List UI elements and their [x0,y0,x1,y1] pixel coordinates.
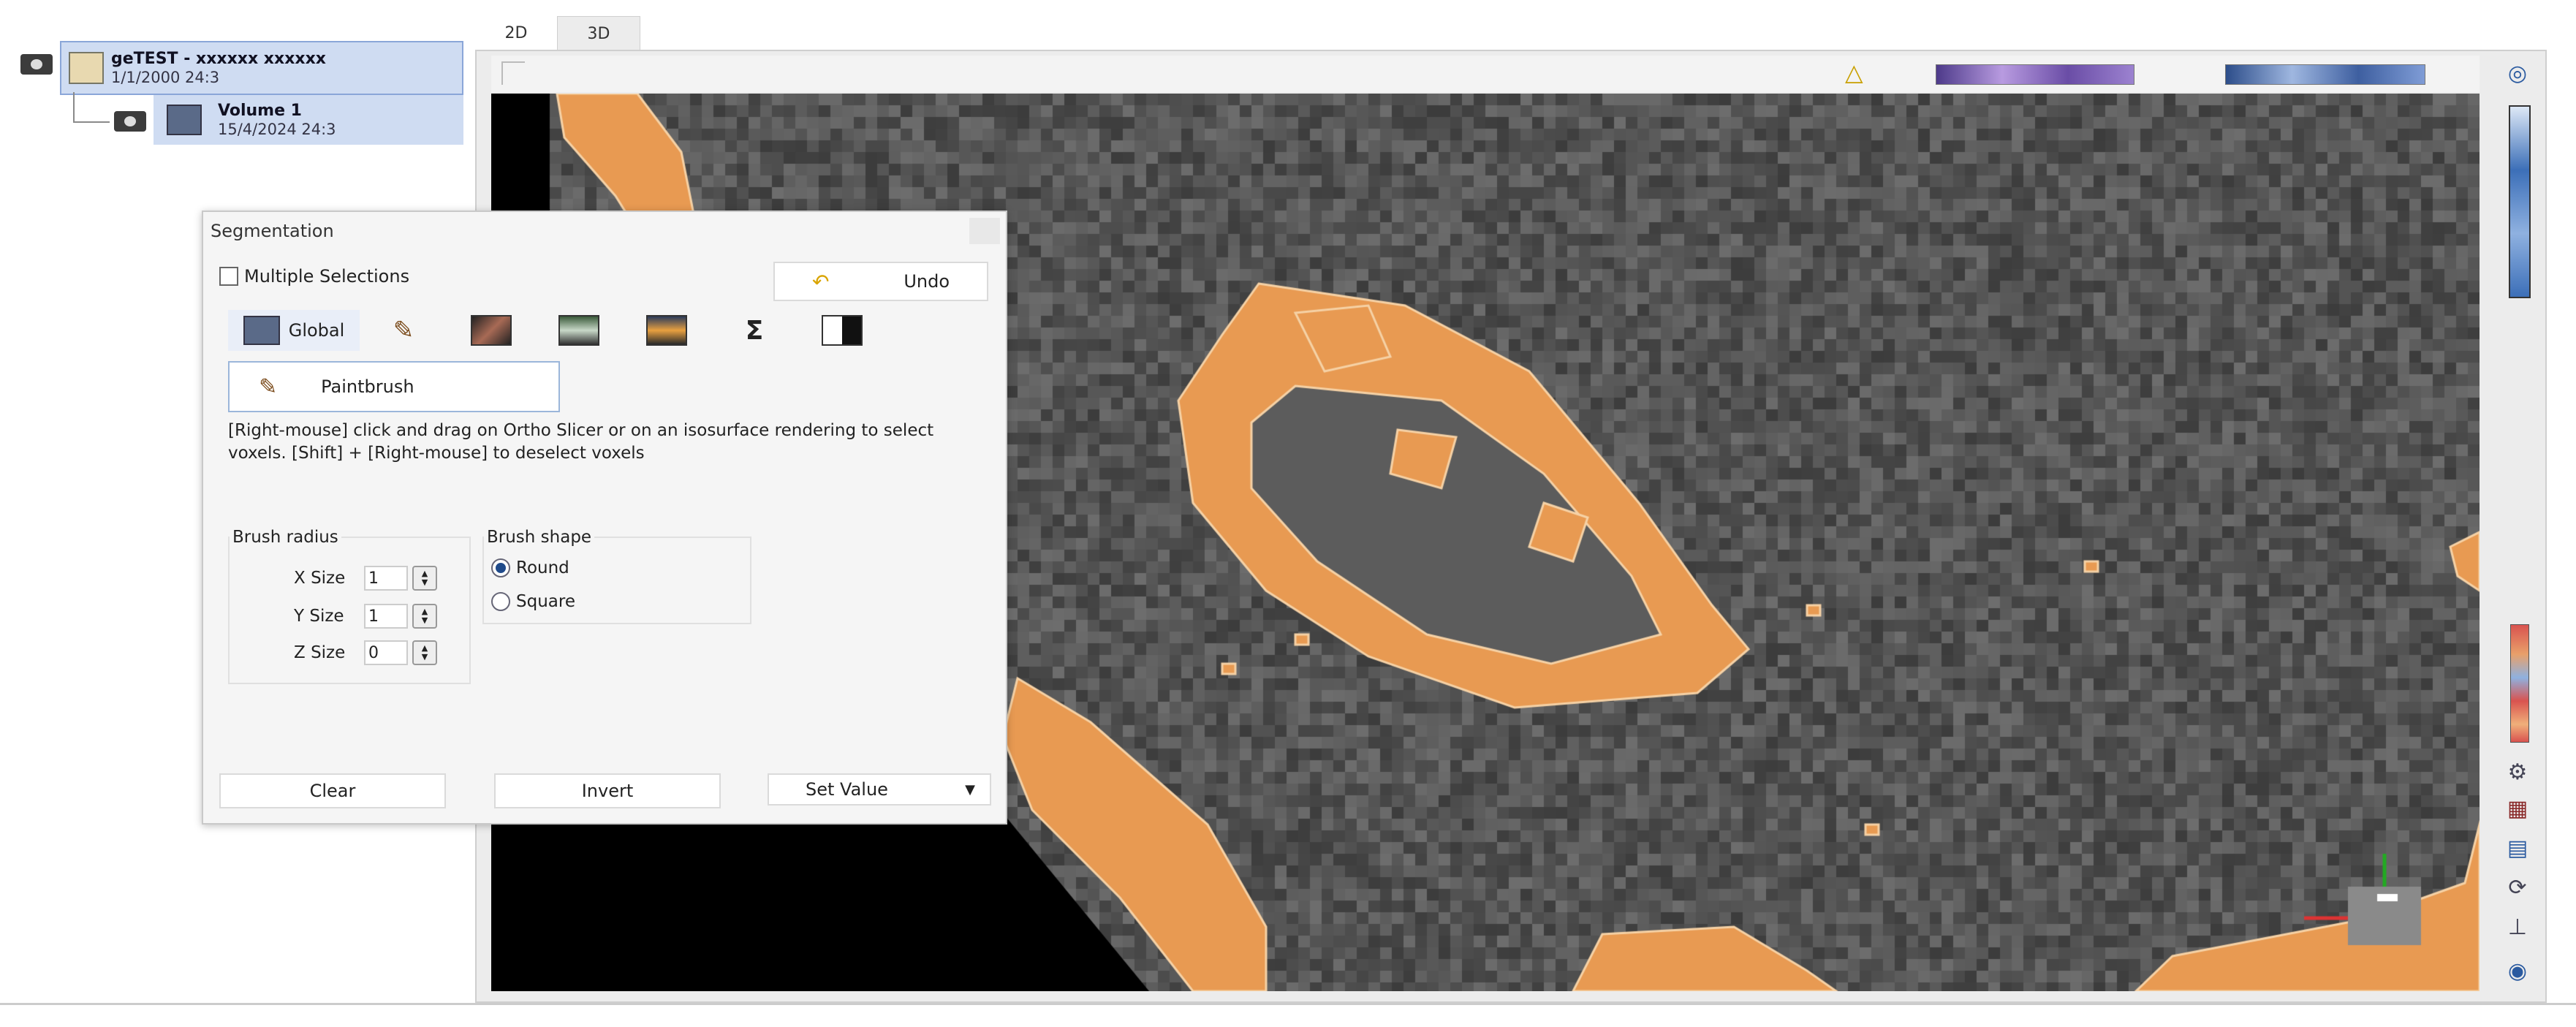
checkbox-box[interactable] [219,267,238,286]
brush-radius-legend: Brush radius [232,528,338,547]
x-size-stepper[interactable]: ▲ ▼ [412,566,437,591]
multiple-selections-label: Multiple Selections [244,266,410,287]
y-size-stepper[interactable]: ▲ ▼ [412,604,437,629]
paintbrush-instructions: [Right-mouse] click and drag on Ortho Sl… [228,421,934,463]
radio-square[interactable]: Square [491,592,575,611]
close-button[interactable] [969,218,1000,244]
mask-icon [822,315,863,346]
undo-icon: ↶ [811,269,830,294]
tab-mask[interactable] [798,310,886,351]
volume-title: Volume 1 [218,102,302,120]
z-size-input[interactable]: 0 [364,640,408,665]
viewer-toolbar: △ [491,56,2480,92]
multiple-selections-checkbox[interactable]: Multiple Selections [219,266,409,287]
volume-date: 15/4/2024 24:3 [218,121,336,138]
x-size-input[interactable]: 1 [364,566,408,591]
tree-item-study[interactable]: geTEST - xxxxxx xxxxxx 1/1/2000 24:3 [60,41,463,95]
colormap-bar[interactable] [1936,64,2134,85]
status-divider [0,1003,2576,1005]
global-icon [243,316,280,345]
segmentation-dialog: Segmentation Multiple Selections ↶ Undo … [202,211,1007,825]
set-value-label: Set Value [806,779,888,800]
zoom-slider[interactable] [2509,105,2531,298]
chevron-down-icon: ▼ [965,781,975,797]
camera-icon[interactable]: ◉ [2503,956,2532,985]
y-size-input[interactable]: 1 [364,604,408,629]
segmentation-tool-tabs: Global ✎ Σ [228,307,974,354]
z-size-stepper[interactable]: ▲ ▼ [412,640,437,665]
tab-global-label: Global [288,320,345,341]
tab-3d[interactable]: 3D [557,16,640,50]
radio-square-indicator[interactable] [491,592,510,611]
paintbrush-button[interactable]: ✎ Paintbrush [228,361,560,412]
radio-round[interactable]: Round [491,558,569,577]
clear-button[interactable]: Clear [219,773,446,808]
colormap-bar[interactable] [2225,64,2425,85]
undo-button[interactable]: ↶ Undo [773,262,988,301]
corner-marker [501,61,525,85]
histogram-icon [646,315,687,346]
axis-icon[interactable]: ⊥ [2503,912,2532,941]
x-size-label: X Size [294,569,346,588]
grid-icon[interactable]: ▤ [2503,833,2532,863]
study-date: 1/1/2000 24:3 [111,69,220,86]
dialog-title: Segmentation [211,221,334,241]
light-icon[interactable]: △ [1845,58,1863,86]
tab-threshold[interactable] [447,310,535,351]
z-size-label: Z Size [294,643,346,662]
viewer-side-toolbar: ◎ ⚙ ▦ ▤ ⟳ ⊥ ◉ [2493,56,2544,1000]
tree-item-volume[interactable]: Volume 1 15/4/2024 24:3 [154,95,463,145]
crop-icon[interactable]: ▦ [2503,794,2532,823]
threshold-icon [471,315,512,346]
study-icon [69,52,104,84]
y-size-row: Y Size 1 ▲ ▼ [294,604,437,629]
tab-global[interactable]: Global [228,310,360,351]
visibility-toggle-icon[interactable] [20,54,53,75]
brush-shape-legend: Brush shape [487,528,592,547]
tab-histogram[interactable] [623,310,711,351]
globe-icon[interactable]: ◎ [2503,58,2532,88]
settings-icon[interactable]: ⚙ [2503,757,2532,787]
x-size-row: X Size 1 ▲ ▼ [294,566,437,591]
paintbrush-icon: ✎ [259,374,278,400]
color-legend-bar [2510,624,2529,743]
radio-square-label: Square [516,592,575,611]
tab-brush[interactable]: ✎ [360,310,447,351]
volume-icon [167,105,202,135]
study-title: geTEST - xxxxxx xxxxxx [111,50,326,68]
paintbrush-label: Paintbrush [321,376,414,397]
tab-region-grow[interactable] [535,310,623,351]
sigma-icon: Σ [745,315,764,346]
tab-2d[interactable]: 2D [475,16,557,50]
view-tabs: 2D 3D [475,16,2522,50]
y-size-label: Y Size [294,607,344,626]
undo-label: Undo [904,271,950,292]
visibility-toggle-icon[interactable] [114,111,146,132]
tab-sigma[interactable]: Σ [711,310,798,351]
radio-round-indicator[interactable] [491,558,510,577]
brush-icon: ✎ [393,316,414,345]
rotate-icon[interactable]: ⟳ [2503,873,2532,902]
z-size-row: Z Size 0 ▲ ▼ [294,640,437,665]
tree-connector [73,121,110,123]
tree-connector [73,92,75,121]
set-value-dropdown[interactable]: Set Value ▼ [768,773,991,806]
region-grow-icon [558,315,599,346]
invert-button[interactable]: Invert [494,773,721,808]
radio-round-label: Round [516,558,569,577]
